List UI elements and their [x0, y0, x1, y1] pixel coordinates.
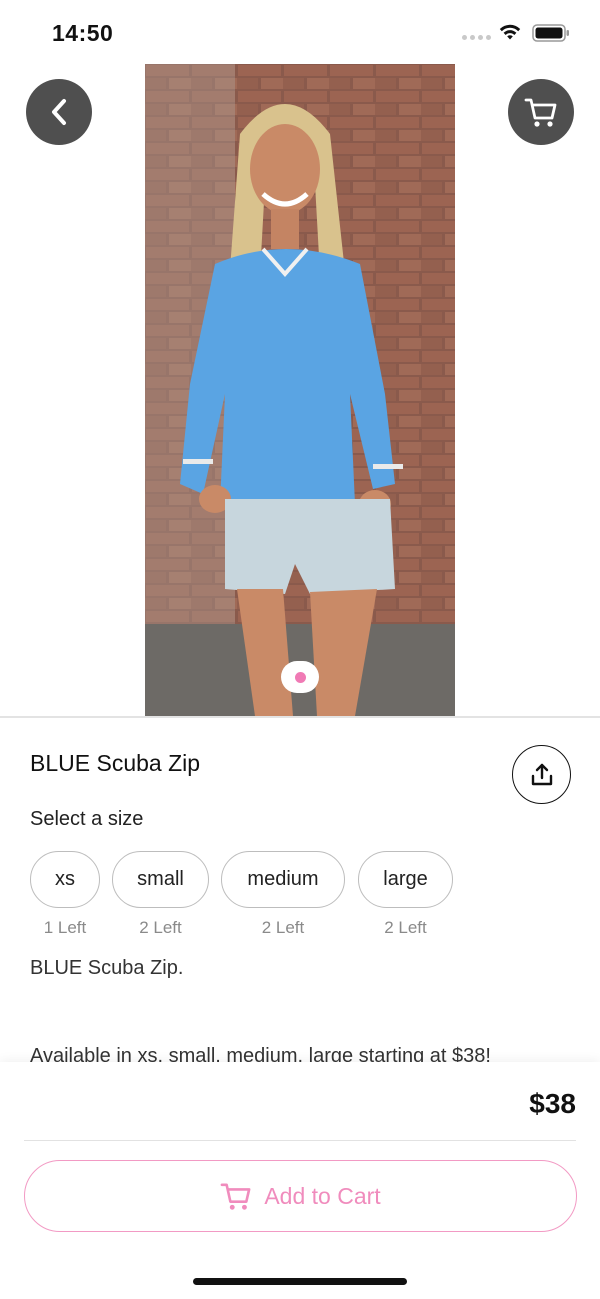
chevron-left-icon — [52, 99, 66, 125]
size-option-medium[interactable]: medium — [221, 851, 345, 908]
status-bar: 14:50 — [0, 0, 600, 64]
home-indicator[interactable] — [193, 1278, 407, 1285]
size-section-heading: Select a size — [30, 808, 144, 830]
carousel-page-indicator — [281, 661, 319, 693]
share-icon — [531, 763, 552, 785]
page-dot-active — [294, 671, 306, 683]
divider — [0, 716, 600, 718]
cart-button[interactable] — [508, 79, 574, 145]
product-price: $38 — [529, 1088, 576, 1119]
divider — [24, 1140, 576, 1141]
cart-icon — [524, 98, 557, 127]
checkout-panel: $38 Add to Cart — [0, 1062, 600, 1299]
size-option-large[interactable]: large — [358, 851, 453, 908]
add-to-cart-label: Add to Cart — [264, 1182, 381, 1209]
product-image-carousel[interactable] — [0, 64, 600, 716]
back-button[interactable] — [26, 79, 92, 145]
product-photo — [145, 64, 455, 716]
product-description: BLUE Scuba Zip. — [30, 957, 184, 979]
size-option-small[interactable]: small — [112, 851, 209, 908]
size-stock-medium: 2 Left — [261, 918, 305, 937]
size-stock-large: 2 Left — [384, 918, 427, 937]
battery-icon — [532, 24, 569, 42]
cart-icon — [220, 1183, 251, 1210]
share-button[interactable] — [512, 745, 571, 804]
size-option-xs[interactable]: xs — [30, 851, 100, 908]
cellular-signal-icon — [462, 35, 491, 40]
add-to-cart-button[interactable]: Add to Cart — [24, 1160, 577, 1232]
status-time: 14:50 — [52, 20, 114, 46]
size-stock-xs: 1 Left — [43, 918, 87, 937]
size-stock-small: 2 Left — [139, 918, 182, 937]
product-title: BLUE Scuba Zip — [30, 750, 201, 776]
wifi-icon — [499, 24, 521, 40]
